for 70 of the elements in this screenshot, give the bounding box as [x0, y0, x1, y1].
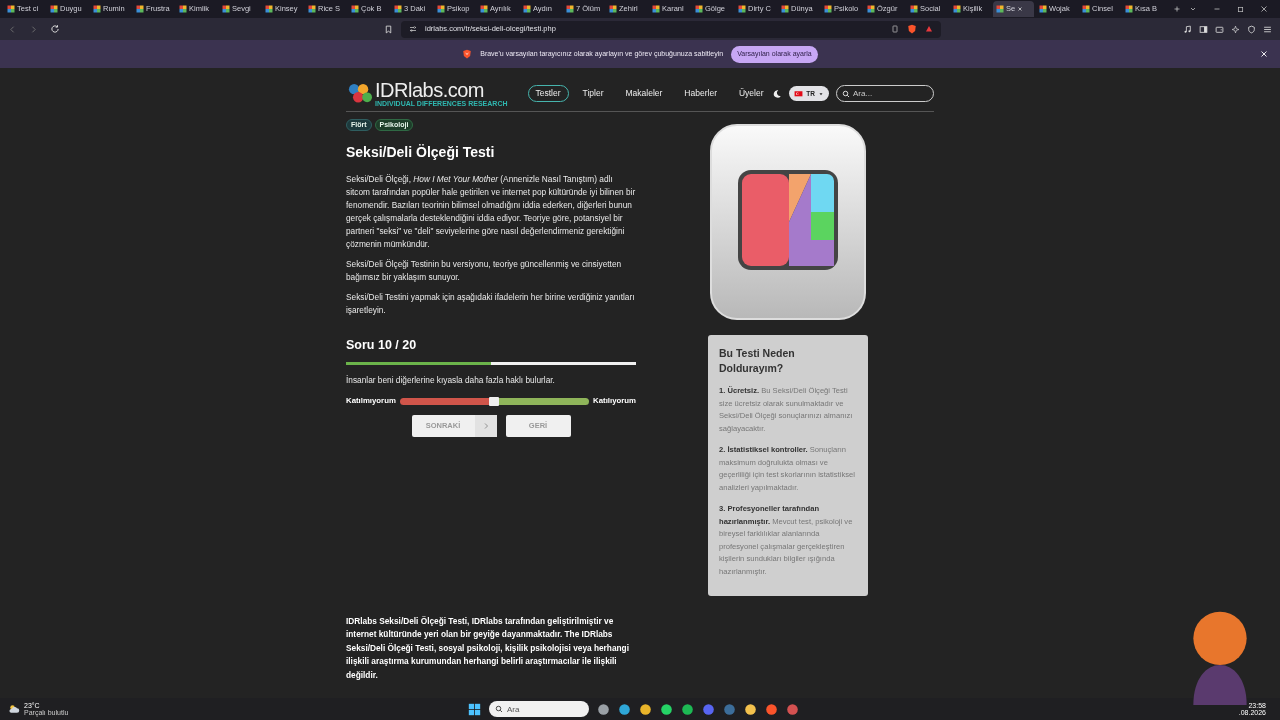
favicon-icon [824, 5, 832, 13]
disclaimer-text: IDRlabs Seksi/Deli Ölçeği Testi, IDRlabs tarafından geliştirilmiştir ve internet kültüründe yeri olan bir geyiğe dayanmaktadır. The IDRlabs Seksi/Deli Ölçeği Testi, sosyal psikoloji, kişilik psikolojisi veya herhangi ilişkili araştırma kurumundan herhangi belirli araştırmacılar ile ilişkili değildir. [346, 614, 630, 682]
card-title: Bu Testi Neden Doldurayım? [719, 346, 796, 376]
favicon-icon [953, 5, 961, 13]
close-icon[interactable] [1017, 6, 1024, 12]
moon-icon[interactable] [772, 88, 783, 99]
favicon-icon [308, 5, 316, 13]
favicon-icon [1125, 5, 1133, 13]
favicon-icon [996, 5, 1004, 13]
favicon-icon [179, 5, 187, 13]
favicon-icon [136, 5, 144, 13]
favicon-icon [50, 5, 58, 13]
shield-icon[interactable] [1247, 24, 1256, 34]
favicon-icon [910, 5, 918, 13]
flag-icon [794, 89, 804, 98]
menu-icon[interactable] [1263, 24, 1272, 34]
favicon-icon [609, 5, 617, 13]
favicon-icon [480, 5, 488, 13]
taskbar-search-field[interactable]: Ara [489, 701, 589, 717]
logo-text[interactable]: IDRlabs.com [375, 80, 508, 100]
site-settings-icon[interactable] [409, 25, 417, 33]
body-paragraph: Seksi/Deli Ölçeği Testinin bu versiyonu, teoriye güncellenmiş ve cinsiyetten bağımsız bir yaklaşım sunuyor. [346, 258, 623, 284]
favicon-icon [566, 5, 574, 13]
chevron-right-icon [474, 414, 497, 437]
new-tab-icon[interactable] [1173, 5, 1181, 13]
nav-link[interactable]: Üyeler [730, 85, 772, 102]
favicon-icon [652, 5, 660, 13]
favicon-icon [7, 5, 15, 13]
favicon-icon [781, 5, 789, 13]
reader-icon[interactable] [891, 25, 899, 33]
minimize-icon[interactable] [1213, 5, 1221, 13]
favicon-icon [867, 5, 875, 13]
nav-link[interactable]: Haberler [676, 85, 725, 102]
favicon-icon [437, 5, 445, 13]
favicon-icon [394, 5, 402, 13]
favicon-icon [265, 5, 273, 13]
question-counter: Soru 10 / 20 [346, 337, 418, 354]
sparkle-icon[interactable] [1231, 24, 1240, 34]
brave-logo-icon [462, 49, 473, 59]
chevron-icon[interactable] [1189, 5, 1197, 13]
favicon-icon [738, 5, 746, 13]
weather-icon[interactable] [8, 703, 20, 715]
favicon-icon [93, 5, 101, 13]
shield-icon[interactable] [907, 24, 917, 34]
favicon-icon [351, 5, 359, 13]
favicon-icon [523, 5, 531, 13]
nav-link[interactable]: Tipler [574, 85, 612, 102]
favicon-icon [1082, 5, 1090, 13]
body-paragraph: Seksi/Deli Ölçeği, How I Met Your Mother (Annenizle Nasıl Tanıştım) adlı sitcom tarafından popüler hale getirilen ve internet pop kültüründe iyi bilinen bir fenomendir. Bazıları teorinin bilimsel olmadığını iddia ederken, diğerleri bunun gerçek çalışmalarla desteklendiğini iddia ediyor. Teoriye göre, potansiyel bir partneri "seksi" ve "deli" seviyelerine göre nasıl değerlendirmeniz gerektiğini çözmenin mümkündür. [346, 173, 636, 251]
start-icon[interactable] [468, 702, 481, 716]
search-field[interactable]: Ara... [836, 85, 934, 102]
favicon-icon [222, 5, 230, 13]
close-icon[interactable] [1260, 5, 1268, 13]
reload-icon[interactable] [50, 24, 60, 34]
slider-thumb[interactable] [489, 396, 500, 406]
wallet-icon[interactable] [1215, 24, 1224, 34]
scale-track[interactable] [399, 397, 590, 405]
bookmark-icon[interactable] [384, 24, 393, 34]
body-paragraph: Seksi/Deli Testini yapmak için aşağıdaki ifadelerin her birine verdiğiniz yanıtları işaretleyin. [346, 291, 636, 317]
page-title: Seksi/Deli Ölçeği Testi [346, 143, 496, 162]
nav-link[interactable]: Makaleler [617, 85, 671, 102]
favicon-icon [695, 5, 703, 13]
question-text: İnsanlar beni diğerlerine kıyasla daha fazla haklı bulurlar. [346, 373, 556, 387]
sidebar-icon[interactable] [1199, 24, 1208, 34]
music-icon[interactable] [1183, 24, 1192, 34]
restore-icon[interactable] [1237, 5, 1244, 13]
search-icon [842, 90, 850, 98]
caret-icon [818, 90, 824, 97]
triangle-icon[interactable] [925, 25, 933, 33]
favicon-icon [1039, 5, 1047, 13]
